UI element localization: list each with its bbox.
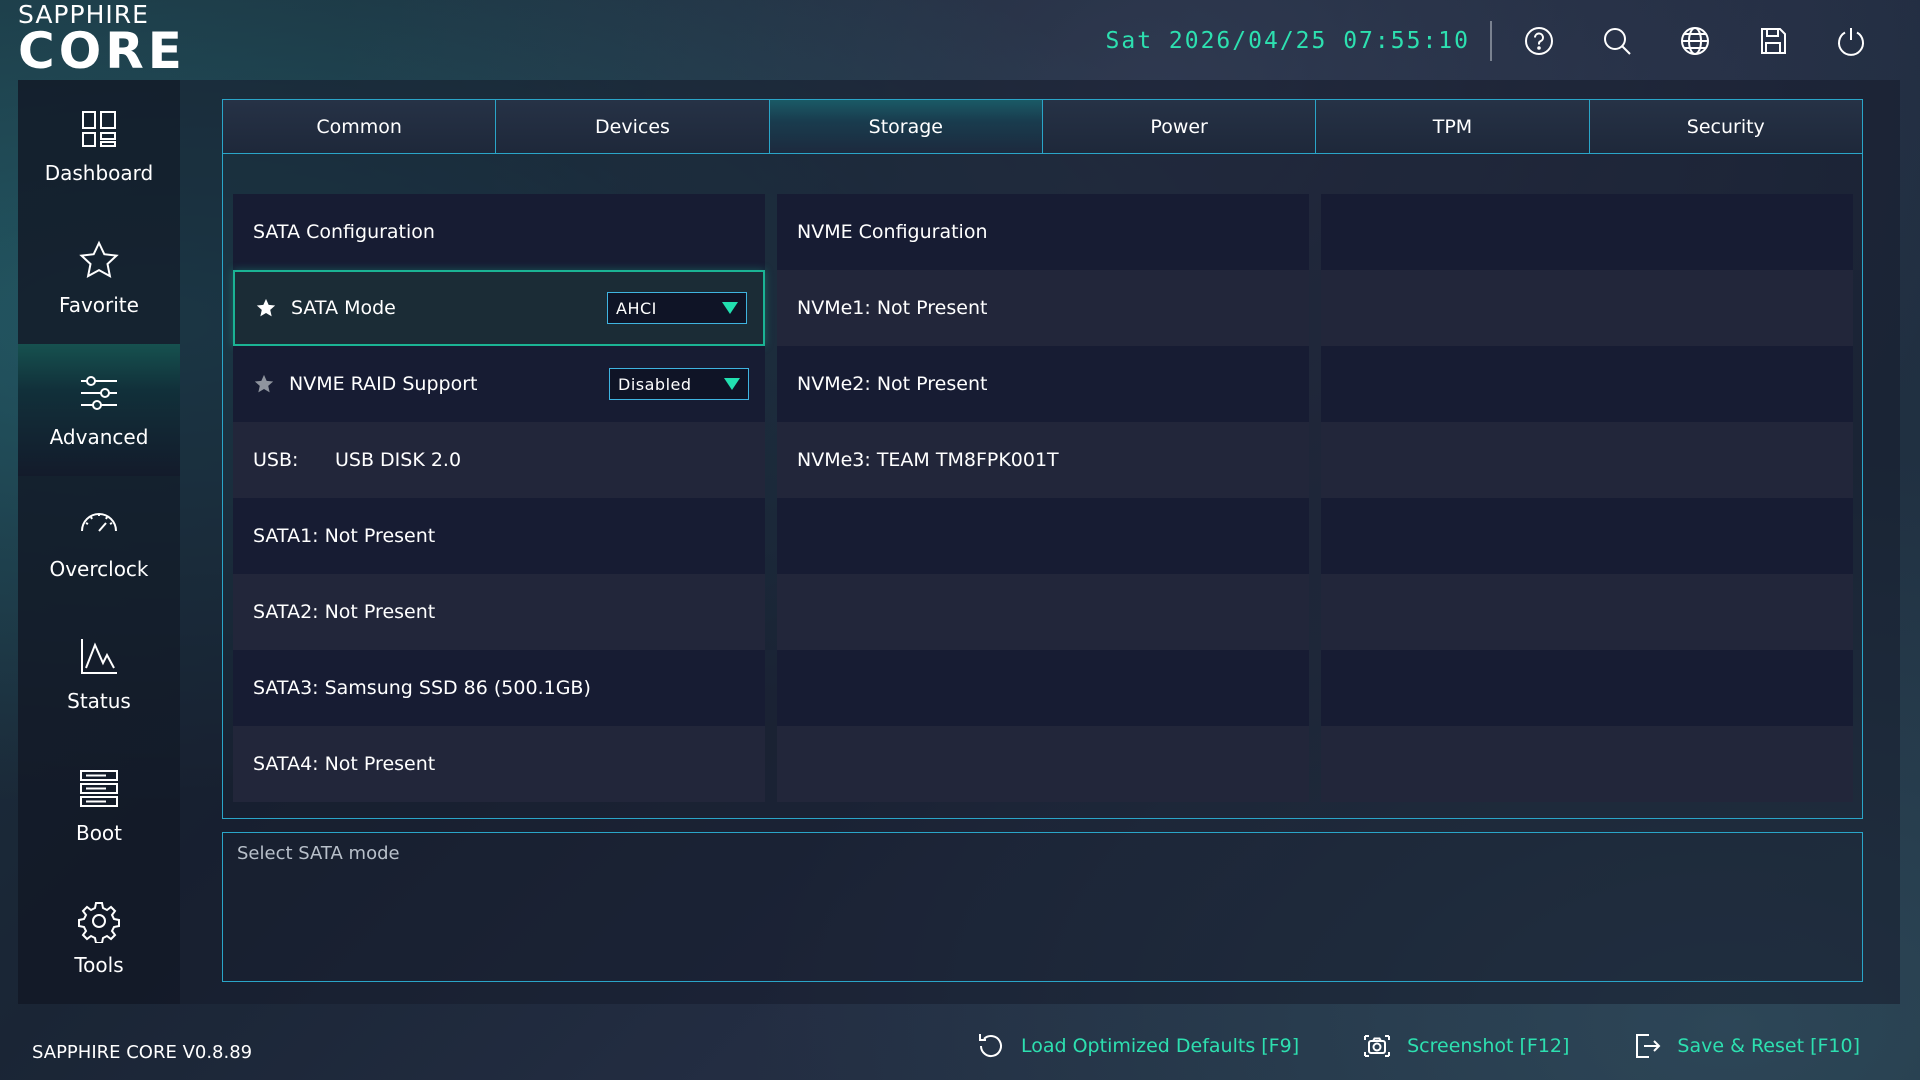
nvme-config-heading: NVME Configuration [777, 194, 1309, 270]
sata4-status: SATA4: Not Present [233, 726, 765, 802]
settings-row: SATA Mode AHCI NVMe1: Not Present [233, 270, 1853, 346]
sata-mode-value: AHCI [616, 298, 657, 318]
datetime-display: Sat 2026/04/25 07:55:10 [1106, 21, 1492, 61]
sidebar-item-label: Boot [75, 821, 123, 845]
settings-row: SATA Configuration NVME Configuration [233, 194, 1853, 270]
sata2-status: SATA2: Not Present [233, 574, 765, 650]
sata-mode-setting[interactable]: SATA Mode AHCI [233, 270, 765, 346]
load-defaults-label: Load Optimized Defaults [F9] [1020, 1035, 1300, 1057]
empty-cell [1321, 422, 1853, 498]
sidebar-item-tools[interactable]: Tools [18, 872, 180, 1004]
power-icon[interactable] [1812, 16, 1890, 66]
server-icon [80, 770, 118, 807]
sidebar-item-boot[interactable]: Boot [18, 740, 180, 872]
favorite-star-icon[interactable] [253, 373, 275, 395]
globe-icon[interactable] [1656, 16, 1734, 66]
empty-cell [1321, 194, 1853, 270]
search-icon[interactable] [1578, 16, 1656, 66]
sliders-icon [81, 376, 117, 410]
nvme2-status: NVMe2: Not Present [777, 346, 1309, 422]
empty-cell [1321, 726, 1853, 802]
tab-devices[interactable]: Devices [496, 100, 770, 153]
tab-storage[interactable]: Storage [769, 100, 1043, 153]
empty-cell [777, 726, 1309, 802]
gauge-icon [81, 513, 117, 532]
exit-icon [1636, 1034, 1661, 1058]
empty-cell [777, 650, 1309, 726]
load-defaults-button[interactable]: Load Optimized Defaults [F9] [975, 1030, 1299, 1062]
nvme-raid-dropdown[interactable]: Disabled [609, 368, 749, 400]
screenshot-label: Screenshot [F12] [1407, 1035, 1570, 1057]
empty-cell [777, 498, 1309, 574]
dashboard-icon [82, 111, 116, 147]
sata-mode-dropdown[interactable]: AHCI [607, 292, 747, 324]
empty-cell [777, 574, 1309, 650]
sata1-status: SATA1: Not Present [233, 498, 765, 574]
tab-bar: Common Devices Storage Power TPM Securit… [223, 100, 1862, 154]
help-icon[interactable] [1500, 16, 1578, 66]
settings-frame: Common Devices Storage Power TPM Securit… [222, 99, 1863, 819]
sidebar-item-dashboard[interactable]: Dashboard [18, 80, 180, 212]
sata3-status: SATA3: Samsung SSD 86 (500.1GB) [233, 650, 765, 726]
empty-cell [1321, 270, 1853, 346]
save-reset-label: Save & Reset [F10] [1677, 1035, 1860, 1057]
sidebar-item-label: Overclock [49, 557, 149, 581]
tab-common[interactable]: Common [223, 100, 497, 153]
empty-cell [1321, 574, 1853, 650]
settings-row: USB: USB DISK 2.0 NVMe3: TEAM TM8FPK001T [233, 422, 1853, 498]
nvme-raid-value: Disabled [618, 374, 692, 394]
nvme3-status: NVMe3: TEAM TM8FPK001T [777, 422, 1309, 498]
chevron-down-icon [722, 302, 738, 314]
settings-row: SATA1: Not Present [233, 498, 1853, 574]
save-reset-button[interactable]: Save & Reset [F10] [1631, 1030, 1860, 1062]
save-icon[interactable] [1734, 16, 1812, 66]
help-text: Select SATA mode [237, 843, 400, 864]
storage-settings-grid: SATA Configuration NVME Configuration SA… [233, 194, 1853, 802]
logo-brand-main: CORE [18, 22, 186, 80]
empty-cell [1321, 650, 1853, 726]
sidebar-item-label: Tools [74, 953, 124, 977]
empty-cell [1321, 346, 1853, 422]
refresh-icon [978, 1034, 1002, 1058]
sapphire-core-logo: SAPPHIRE CORE [18, 2, 228, 80]
camera-icon [1364, 1035, 1391, 1057]
nvme-raid-label: NVME RAID Support [289, 373, 478, 395]
screenshot-button[interactable]: Screenshot [F12] [1361, 1030, 1569, 1062]
sidebar-item-overclock[interactable]: Overclock [18, 476, 180, 608]
sidebar-nav: Dashboard Favorite Advanced Overclock St… [18, 80, 180, 1004]
settings-row: SATA2: Not Present [233, 574, 1853, 650]
sata-mode-label: SATA Mode [291, 297, 396, 319]
star-icon [79, 240, 119, 279]
sidebar-item-label: Dashboard [44, 161, 154, 185]
sidebar-item-favorite[interactable]: Favorite [18, 212, 180, 344]
empty-cell [1321, 498, 1853, 574]
sidebar-item-advanced[interactable]: Advanced [18, 344, 180, 476]
gear-icon [78, 902, 120, 943]
chevron-down-icon [724, 378, 740, 390]
help-description-box: Select SATA mode [222, 832, 1863, 982]
settings-row: SATA4: Not Present [233, 726, 1853, 802]
sidebar-item-status[interactable]: Status [18, 608, 180, 740]
sata-config-heading: SATA Configuration [233, 194, 765, 270]
usb-device-info: USB: USB DISK 2.0 [233, 422, 765, 498]
settings-row: NVME RAID Support Disabled NVMe2: Not Pr… [233, 346, 1853, 422]
footer-actions: Load Optimized Defaults [F9] Screenshot … [913, 1030, 1860, 1062]
sidebar-item-label: Favorite [59, 293, 139, 317]
header-toolbar: Sat 2026/04/25 07:55:10 [1106, 16, 1891, 66]
usb-label: USB: [253, 449, 299, 471]
sidebar-item-label: Advanced [49, 425, 149, 449]
sidebar-item-label: Status [67, 689, 131, 713]
favorite-star-icon[interactable] [255, 297, 277, 319]
tab-power[interactable]: Power [1042, 100, 1317, 153]
chart-icon [81, 639, 117, 674]
usb-value: USB DISK 2.0 [335, 449, 462, 471]
tab-tpm[interactable]: TPM [1316, 100, 1590, 153]
settings-row: SATA3: Samsung SSD 86 (500.1GB) [233, 650, 1853, 726]
tab-security[interactable]: Security [1589, 100, 1862, 153]
nvme-raid-setting[interactable]: NVME RAID Support Disabled [233, 346, 765, 422]
version-label: SAPPHIRE CORE V0.8.89 [32, 1042, 253, 1063]
nvme1-status: NVMe1: Not Present [777, 270, 1309, 346]
